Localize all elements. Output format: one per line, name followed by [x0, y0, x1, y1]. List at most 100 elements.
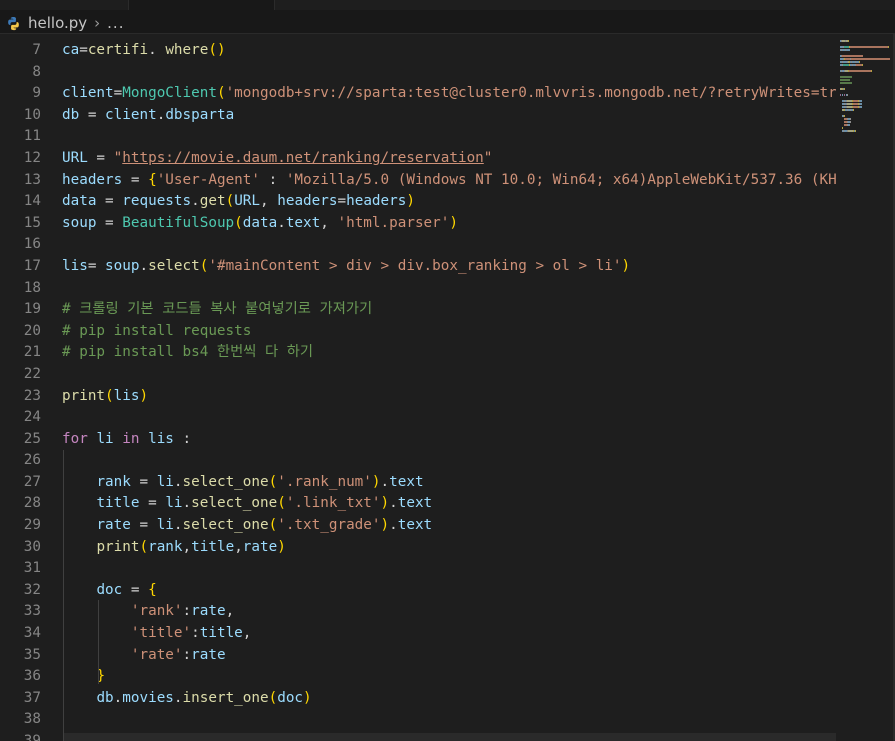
- code-line[interactable]: client=MongoClient('mongodb+srv://sparta…: [62, 83, 836, 105]
- minimap-line: [840, 52, 890, 54]
- code-token: (: [234, 214, 243, 231]
- breadcrumb: hello.py › ...: [6, 12, 124, 34]
- code-line[interactable]: print(lis): [62, 386, 836, 408]
- minimap-token: [843, 55, 862, 57]
- code-line[interactable]: [62, 62, 836, 84]
- code-token: (: [268, 473, 278, 490]
- code-token: =: [96, 193, 123, 210]
- code-line[interactable]: rate = li.select_one('.txt_grade').text: [62, 515, 836, 537]
- code-line[interactable]: title = li.select_one('.link_txt').text: [62, 493, 836, 515]
- code-line[interactable]: soup = BeautifulSoup(data.text, 'html.pa…: [62, 213, 836, 235]
- code-line[interactable]: 'title':title,: [62, 623, 836, 645]
- code-line[interactable]: db = client.dbsparta: [62, 105, 836, 127]
- line-number: 18: [23, 279, 41, 296]
- minimap-token: [840, 76, 852, 78]
- code-token: ): [303, 689, 312, 706]
- code-token: in: [122, 430, 140, 447]
- minimap-token: [850, 46, 888, 48]
- code-token: lis: [62, 257, 88, 274]
- code-line[interactable]: [62, 709, 836, 731]
- code-line[interactable]: lis= soup.select('#mainContent > div > d…: [62, 256, 836, 278]
- code-token: # pip install bs4 한번씩 다 하기: [62, 344, 314, 361]
- code-line[interactable]: [62, 558, 836, 580]
- minimap-token: [859, 61, 860, 63]
- code-token: text: [397, 495, 433, 512]
- code-token: =: [113, 85, 123, 102]
- code-token: lis: [148, 430, 174, 447]
- code-line[interactable]: [62, 450, 836, 472]
- code-line[interactable]: [62, 407, 836, 429]
- code-token: =: [122, 581, 149, 598]
- code-area[interactable]: ca=certifi. where() client=MongoClient('m…: [62, 40, 836, 741]
- line-number: 27: [23, 473, 41, 490]
- code-line[interactable]: db.movies.insert_one(doc): [62, 688, 836, 710]
- minimap-token: [860, 103, 862, 105]
- code-token: ): [621, 257, 631, 274]
- code-token: lis: [113, 387, 140, 404]
- code-token: {: [148, 581, 157, 598]
- minimap-line: [840, 73, 890, 75]
- code-line[interactable]: [62, 364, 836, 386]
- code-line[interactable]: # pip install bs4 한번씩 다 하기: [62, 342, 836, 364]
- code-line[interactable]: headers = {'User-Agent' : 'Mozilla/5.0 (…: [62, 170, 836, 192]
- code-line[interactable]: [62, 126, 836, 148]
- code-token: '#mainContent > div > div.box_ranking > …: [208, 257, 622, 274]
- code-line[interactable]: data = requests.get(URL, headers=headers…: [62, 191, 836, 213]
- code-token: .: [389, 517, 398, 534]
- code-token: ): [277, 538, 286, 555]
- minimap-token: [860, 106, 862, 108]
- code-token: rate: [96, 517, 131, 534]
- code-line[interactable]: print(rank,title,rate): [62, 537, 836, 559]
- code-token: MongoClient: [122, 85, 217, 102]
- code-line[interactable]: 'rate':rate: [62, 645, 836, 667]
- breadcrumb-more[interactable]: ...: [107, 14, 124, 32]
- minimap-line: [840, 79, 890, 81]
- code-token: :: [173, 430, 192, 447]
- code-line[interactable]: }: [62, 666, 836, 688]
- code-token: .: [389, 495, 398, 512]
- code-line[interactable]: # pip install requests: [62, 321, 836, 343]
- code-line[interactable]: for li in lis :: [62, 429, 836, 451]
- code-line[interactable]: 'rank':rate,: [62, 601, 836, 623]
- code-editor[interactable]: 7 8 9 10 11 12 13 14 15 16 17 18 19 20 21 22 23 24 25 26 27 2…: [0, 40, 836, 741]
- minimap-line: [840, 97, 890, 99]
- line-number: 8: [32, 63, 41, 80]
- code-token: requests: [122, 193, 192, 210]
- code-token: select: [148, 257, 200, 274]
- code-line[interactable]: rank = li.select_one('.rank_num').text: [62, 472, 836, 494]
- code-token: ): [371, 473, 381, 490]
- code-token: (: [268, 517, 278, 534]
- horizontal-scrollbar[interactable]: [64, 733, 836, 741]
- minimap-token: [844, 115, 845, 117]
- code-token: ,: [225, 603, 235, 620]
- code-line[interactable]: URL = "https://movie.daum.net/ranking/re…: [62, 148, 836, 170]
- code-token: title: [199, 625, 243, 642]
- code-token: movies: [122, 689, 174, 706]
- tab-placeholder[interactable]: [128, 0, 275, 10]
- minimap-line: [840, 91, 890, 93]
- code-line[interactable]: ca=certifi. where(): [62, 40, 836, 62]
- code-token: data: [62, 193, 97, 210]
- minimap-line: [840, 43, 890, 45]
- minimap[interactable]: [840, 40, 890, 190]
- minimap-line: [840, 133, 890, 135]
- code-line[interactable]: # 크롤링 기본 코드들 복사 붙여넣기로 가져가기: [62, 299, 836, 321]
- minimap-token: [888, 46, 889, 48]
- code-token: (: [105, 387, 114, 404]
- breadcrumb-file[interactable]: hello.py: [28, 14, 87, 32]
- minimap-line: [840, 88, 890, 90]
- code-line[interactable]: doc = {: [62, 580, 836, 602]
- code-token: .: [113, 689, 123, 706]
- code-line[interactable]: [62, 278, 836, 300]
- code-token: =: [79, 106, 106, 123]
- code-token: (: [268, 689, 278, 706]
- minimap-line: [840, 46, 890, 48]
- code-token: li: [165, 495, 183, 512]
- code-line[interactable]: [62, 234, 836, 256]
- code-token: 'rate': [130, 646, 183, 663]
- code-token: certifi: [87, 42, 149, 58]
- minimap-line: [840, 109, 890, 111]
